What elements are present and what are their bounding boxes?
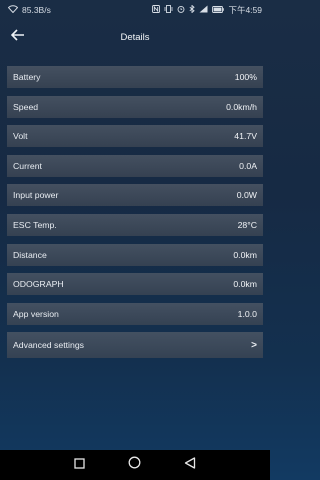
circle-icon (128, 456, 141, 474)
detail-label: Volt (13, 131, 28, 142)
arrow-left-icon (10, 28, 25, 46)
home-button[interactable] (127, 456, 143, 474)
status-bar: 85.3B/s 下午4:59 (0, 0, 270, 20)
vibrate-icon (164, 5, 173, 15)
detail-label: App version (13, 308, 59, 319)
detail-value: 0.0A (239, 160, 257, 171)
clock-time: 下午4:59 (228, 5, 262, 15)
status-left: 85.3B/s (7, 5, 51, 15)
nav-back-button[interactable] (182, 457, 198, 473)
status-right: 下午4:59 (152, 4, 262, 16)
detail-value: 1.0.0 (237, 308, 257, 319)
detail-row-volt: Volt 41.7V (7, 125, 263, 148)
alarm-icon (177, 5, 185, 15)
square-icon (74, 456, 85, 474)
detail-row-speed: Speed 0.0km/h (7, 95, 263, 118)
detail-label: Battery (13, 72, 41, 82)
recent-apps-button[interactable] (72, 457, 88, 473)
detail-value: 0.0km (233, 249, 257, 260)
signal-icon (199, 5, 208, 15)
battery-icon (212, 5, 225, 15)
detail-row-odograph: ODOGRAPH 0.0km (7, 273, 263, 296)
triangle-back-icon (184, 456, 196, 474)
bluetooth-icon (189, 4, 196, 15)
detail-value: 100% (234, 72, 257, 82)
detail-value: 0.0km (233, 279, 257, 290)
detail-label: Distance (13, 249, 47, 260)
details-list: Battery 100% Speed 0.0km/h Volt 41.7V Cu… (7, 66, 263, 366)
detail-label: ODOGRAPH (13, 279, 64, 290)
detail-label: Input power (13, 190, 59, 201)
network-speed: 85.3B/s (22, 5, 51, 15)
detail-label: Current (13, 160, 42, 171)
detail-row-current: Current 0.0A (7, 154, 263, 177)
page-title: Details (120, 31, 150, 43)
detail-row-esc-temp: ESC Temp. 28°C (7, 213, 263, 236)
detail-row-input-power: Input power 0.0W (7, 184, 263, 207)
navigation-bar (0, 450, 270, 480)
advanced-settings-button[interactable]: Advanced settings > (7, 332, 263, 359)
detail-value: 0.0km/h (226, 101, 257, 112)
detail-label: ESC Temp. (13, 219, 57, 230)
back-button[interactable] (8, 28, 28, 46)
detail-label: Speed (13, 101, 39, 112)
wifi-icon (7, 5, 19, 15)
detail-value: 41.7V (234, 131, 257, 142)
advanced-settings-label: Advanced settings (13, 340, 84, 351)
detail-row-battery: Battery 100% (7, 66, 263, 88)
nfc-icon (152, 5, 161, 15)
detail-value: 0.0W (236, 190, 257, 201)
detail-row-app-version: App version 1.0.0 (7, 302, 263, 325)
app-header: Details (0, 24, 270, 50)
detail-row-distance: Distance 0.0km (7, 243, 263, 266)
detail-value: 28°C (237, 219, 257, 230)
chevron-right-icon: > (251, 339, 257, 351)
